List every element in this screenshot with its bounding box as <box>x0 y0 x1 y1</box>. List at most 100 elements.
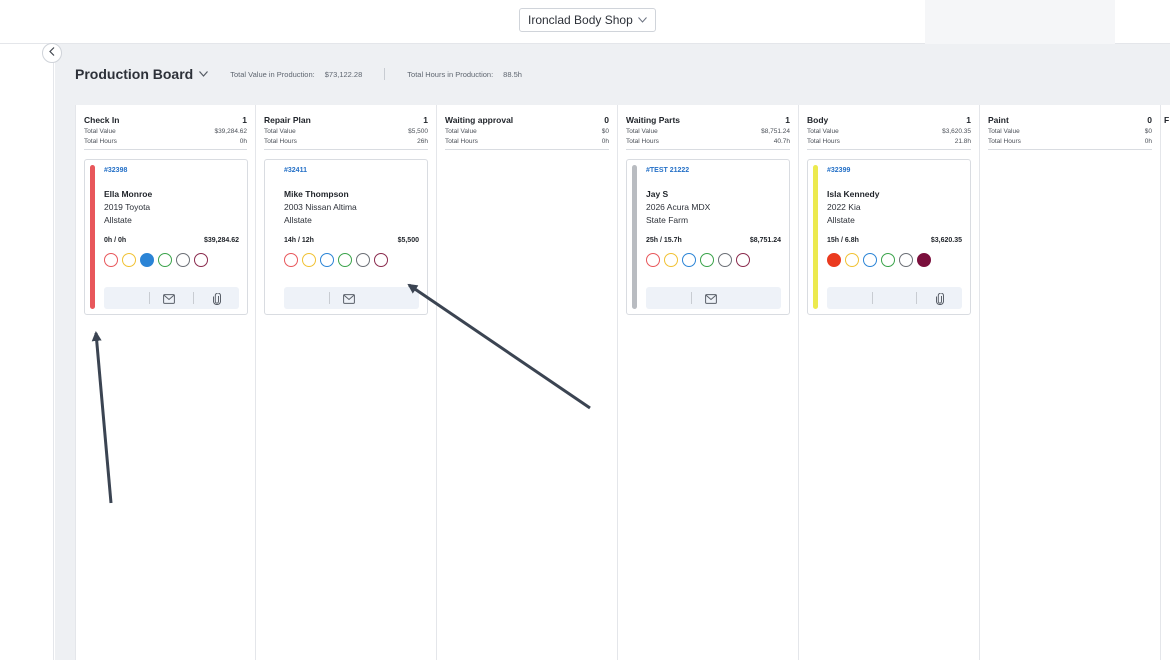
vehicle: 2003 Nissan Altima <box>284 202 357 212</box>
card-amount: $8,751.24 <box>749 237 781 244</box>
column-value-label: Total Value <box>807 128 839 135</box>
card-totals: 15h / 6.8h $3,620.35 <box>827 237 962 244</box>
total-value-label: Total Value in Production: <box>230 69 315 79</box>
column-title: Body <box>807 115 829 125</box>
status-dot[interactable] <box>700 253 714 267</box>
status-dots <box>646 253 781 267</box>
board-column: Check In 1 Total Value $39,284.62 Total Hour… <box>75 105 256 660</box>
job-card[interactable]: #32398 Ella Monroe 2019 Toyota Allstate 0h /… <box>84 159 248 315</box>
repair-order-number[interactable]: #TEST 21222 <box>646 167 781 174</box>
status-dot[interactable] <box>646 253 660 267</box>
paperclip-icon[interactable] <box>213 292 221 310</box>
insurer: State Farm <box>646 215 689 225</box>
paperclip-icon[interactable] <box>936 292 944 310</box>
column-value: $0 <box>601 128 609 135</box>
column-total-value: Total Value $8,751.24 <box>626 128 790 135</box>
status-dot[interactable] <box>736 253 750 267</box>
total-hours: 88.5h <box>503 69 522 79</box>
column-count: 1 <box>423 115 428 125</box>
footer-divider <box>149 292 150 304</box>
collapse-sidebar-button[interactable] <box>42 43 62 63</box>
status-dot[interactable] <box>718 253 732 267</box>
mail-icon[interactable] <box>705 291 717 309</box>
column-title: Waiting Parts <box>626 115 680 125</box>
column-hours: 0h <box>1144 138 1152 145</box>
status-dot[interactable] <box>176 253 190 267</box>
column-value: $0 <box>1144 128 1152 135</box>
column-divider <box>988 149 1152 150</box>
repair-order-number[interactable]: #32399 <box>827 167 962 174</box>
card-hours: 15h / 6.8h <box>827 237 859 244</box>
mail-icon[interactable] <box>163 291 175 309</box>
column-hours-label: Total Hours <box>988 138 1021 145</box>
left-rail <box>0 44 54 660</box>
customer-name: Mike Thompson <box>284 189 349 199</box>
insurer: Allstate <box>827 215 855 225</box>
status-dot[interactable] <box>302 253 316 267</box>
status-dot[interactable] <box>682 253 696 267</box>
column-divider <box>264 149 428 150</box>
card-totals: 14h / 12h $5,500 <box>284 237 419 244</box>
column-title: Check In <box>84 115 120 125</box>
column-value-label: Total Value <box>988 128 1020 135</box>
column-count: 1 <box>966 115 971 125</box>
status-dot[interactable] <box>338 253 352 267</box>
page-title[interactable]: Production Board <box>75 66 193 82</box>
repair-order-number[interactable]: #32411 <box>284 167 419 174</box>
column-hours: 0h <box>239 138 247 145</box>
status-dot[interactable] <box>863 253 877 267</box>
vehicle: 2019 Toyota <box>104 202 151 212</box>
column-header: Check In 1 <box>84 115 247 125</box>
column-divider <box>807 149 971 150</box>
job-card[interactable]: #TEST 21222 Jay S 2026 Acura MDX State Farm… <box>626 159 790 315</box>
card-totals: 0h / 0h $39,284.62 <box>104 237 239 244</box>
column-value-label: Total Value <box>445 128 477 135</box>
column-total-hours: Total Hours 40.7h <box>626 138 790 145</box>
status-dot[interactable] <box>158 253 172 267</box>
shop-name: Ironclad Body Shop <box>528 13 633 27</box>
status-dot[interactable] <box>284 253 298 267</box>
status-dot[interactable] <box>899 253 913 267</box>
mail-icon[interactable] <box>343 291 355 309</box>
card-hours: 0h / 0h <box>104 237 127 244</box>
status-dot[interactable] <box>827 253 841 267</box>
column-total-value: Total Value $3,620.35 <box>807 128 971 135</box>
status-dot[interactable] <box>917 253 931 267</box>
repair-order-number[interactable]: #32398 <box>104 167 239 174</box>
column-hours: 0h <box>601 138 609 145</box>
card-totals: 25h / 15.7h $8,751.24 <box>646 237 781 244</box>
job-card[interactable]: #32411 Mike Thompson 2003 Nissan Altima All… <box>264 159 428 315</box>
board-column: Repair Plan 1 Total Value $5,500 Total Hours… <box>256 105 437 660</box>
column-value: $8,751.24 <box>761 128 790 135</box>
column-hours: 21.8h <box>954 138 971 145</box>
shop-selector[interactable]: Ironclad Body Shop <box>519 8 656 32</box>
column-total-value: Total Value $39,284.62 <box>84 128 247 135</box>
board-column-partial: F <box>1161 105 1170 660</box>
card-hours: 14h / 12h <box>284 237 314 244</box>
status-dot[interactable] <box>194 253 208 267</box>
status-dot[interactable] <box>320 253 334 267</box>
column-title: Repair Plan <box>264 115 311 125</box>
vehicle: 2022 Kia <box>827 202 861 212</box>
status-dot[interactable] <box>122 253 136 267</box>
customer-name: Jay S <box>646 189 669 199</box>
status-dots <box>104 253 239 267</box>
status-dot[interactable] <box>356 253 370 267</box>
column-header: Waiting Parts 1 <box>626 115 790 125</box>
status-dot[interactable] <box>140 253 154 267</box>
column-hours-label: Total Hours <box>445 138 478 145</box>
column-divider <box>445 149 609 150</box>
status-dot[interactable] <box>881 253 895 267</box>
status-dot[interactable] <box>845 253 859 267</box>
job-card[interactable]: #32399 Isla Kennedy 2022 Kia Allstate 15h / … <box>807 159 971 315</box>
chevron-down-icon[interactable] <box>199 68 209 80</box>
status-dot[interactable] <box>664 253 678 267</box>
production-board: Production Board Total Value in Producti… <box>55 44 1170 660</box>
card-footer <box>284 287 419 309</box>
status-dot[interactable] <box>374 253 388 267</box>
column-value-label: Total Value <box>626 128 658 135</box>
column-title: Paint <box>988 115 1009 125</box>
card-amount: $39,284.62 <box>203 237 239 244</box>
column-count: 1 <box>785 115 790 125</box>
status-dot[interactable] <box>104 253 118 267</box>
